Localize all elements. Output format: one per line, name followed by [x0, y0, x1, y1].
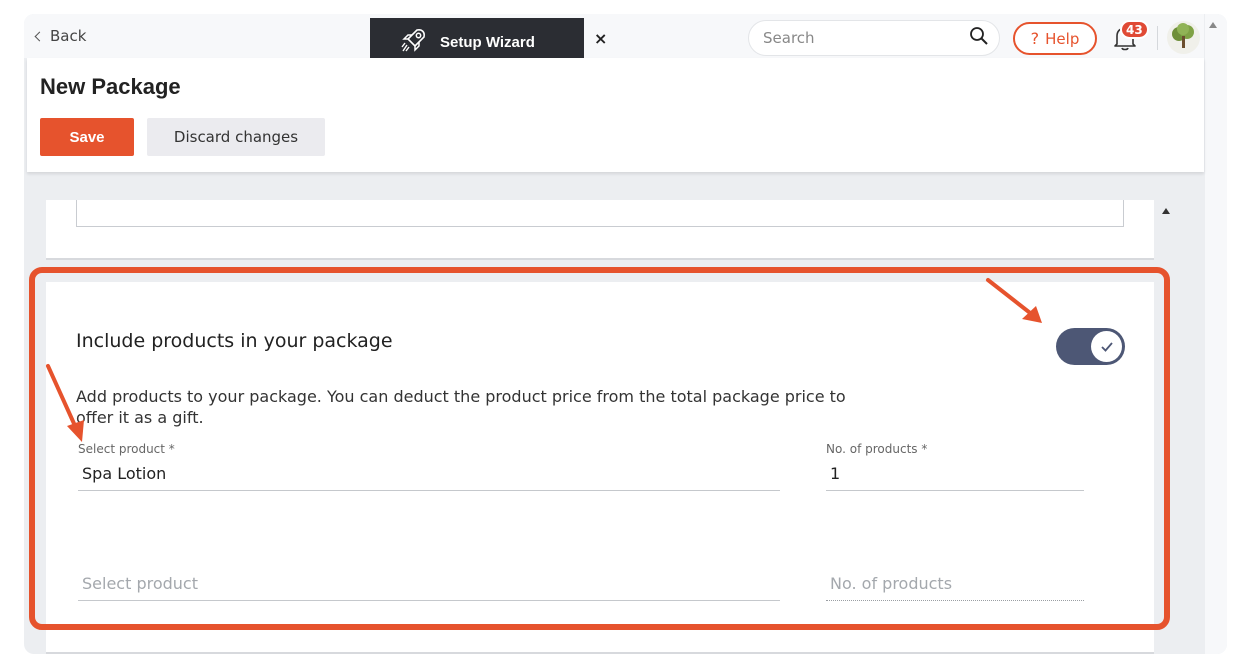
outer-scroll-up-icon[interactable]: [1209, 22, 1217, 28]
help-button[interactable]: ? Help: [1013, 22, 1097, 55]
search-icon[interactable]: [969, 26, 989, 50]
setup-wizard-label: Setup Wizard: [440, 33, 535, 51]
section-description: Add products to your package. You can de…: [76, 387, 846, 427]
content-scrollbar[interactable]: [1156, 200, 1176, 654]
search-box: [748, 20, 1000, 56]
question-icon: ?: [1030, 29, 1040, 48]
discard-changes-button[interactable]: Discard changes: [147, 118, 325, 156]
product-count-field[interactable]: No. of products * 1: [826, 442, 1084, 491]
product-count-empty-field[interactable]: No. of products: [826, 574, 1084, 601]
notification-badge: 43: [1120, 20, 1149, 39]
outer-scrollbar[interactable]: [1205, 14, 1227, 654]
rocket-icon: [400, 26, 428, 58]
chevron-left-icon: [34, 31, 45, 41]
divider: [1157, 26, 1158, 50]
text-area[interactable]: [76, 200, 1124, 227]
field-underline: [826, 490, 1084, 491]
avatar[interactable]: [1167, 21, 1200, 54]
app-frame: Back Setup Wizard × ? Help: [24, 14, 1227, 654]
checkmark-icon: [1100, 341, 1113, 352]
select-product-placeholder: Select product: [82, 574, 198, 593]
tree-avatar-icon: [1172, 23, 1194, 48]
product-count-placeholder: No. of products: [830, 574, 953, 593]
field-underline: [78, 490, 780, 491]
save-button[interactable]: Save: [40, 118, 134, 156]
close-wizard-icon[interactable]: ×: [594, 29, 607, 48]
page-title: New Package: [40, 74, 181, 99]
section-title: Include products in your package: [76, 330, 393, 352]
toggle-knob: [1091, 331, 1122, 362]
select-product-value: Spa Lotion: [82, 464, 167, 483]
search-input[interactable]: [763, 29, 969, 47]
previous-section-card: [46, 200, 1154, 260]
select-product-field[interactable]: Select product * Spa Lotion: [78, 442, 780, 491]
help-label: Help: [1045, 29, 1080, 48]
field-underline-dotted: [826, 600, 1084, 601]
include-products-card: Include products in your package Add pro…: [46, 282, 1154, 654]
scroll-up-icon[interactable]: [1162, 208, 1170, 214]
include-products-toggle[interactable]: [1056, 328, 1125, 365]
back-link[interactable]: Back: [34, 27, 86, 45]
product-count-label: No. of products *: [826, 442, 928, 456]
back-label: Back: [50, 27, 87, 45]
field-underline: [78, 600, 780, 601]
select-product-label: Select product *: [78, 442, 175, 456]
select-product-empty-field[interactable]: Select product: [78, 574, 780, 601]
product-count-value: 1: [830, 464, 841, 483]
